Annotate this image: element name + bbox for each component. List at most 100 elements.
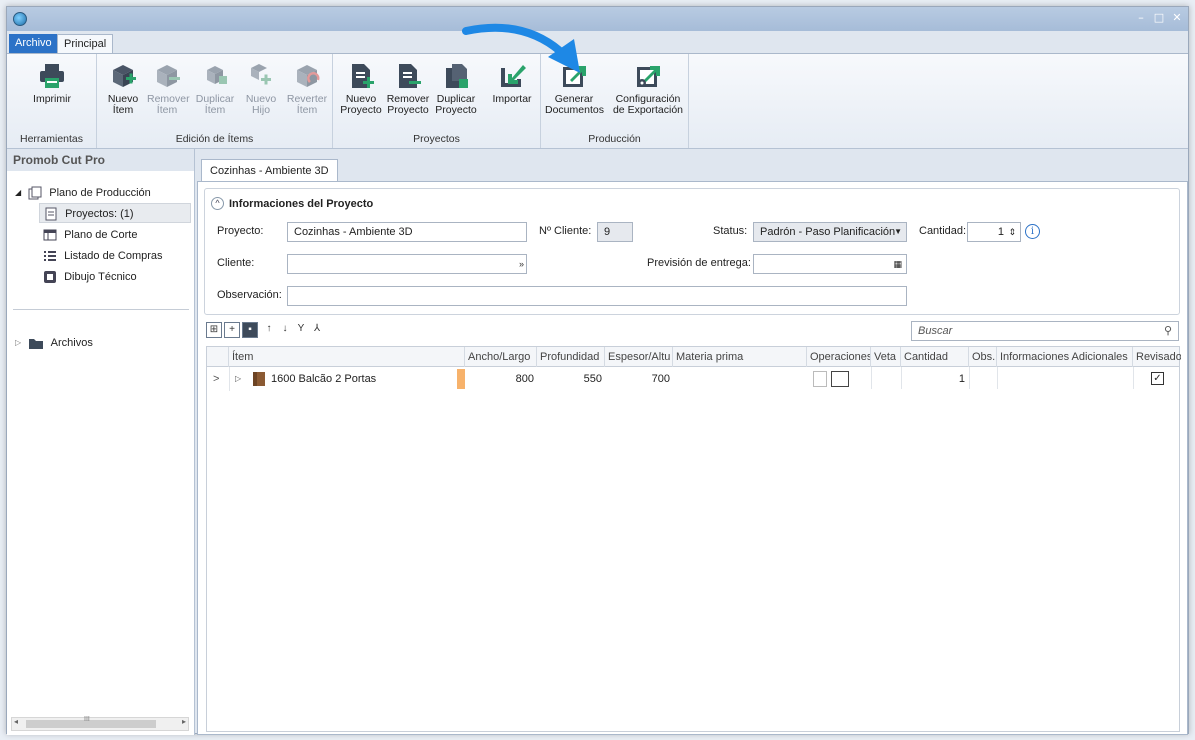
col-info-adicionales[interactable]: Informaciones Adicionales: [997, 347, 1133, 367]
tree-item-cut-plan[interactable]: Plano de Corte: [43, 225, 137, 245]
project-name-input[interactable]: Cozinhas - Ambiente 3D: [287, 222, 527, 242]
col-ancho[interactable]: Ancho/Largo: [465, 347, 537, 367]
scroll-thumb[interactable]: III: [26, 716, 156, 728]
delivery-date-input[interactable]: ▦: [753, 254, 907, 274]
document-tab[interactable]: Cozinhas - Ambiente 3D: [201, 159, 338, 181]
duplicate-box-icon: [207, 66, 227, 84]
row-indicator-icon: >: [213, 373, 220, 385]
minimize-icon[interactable]: –: [1133, 11, 1149, 25]
operations-icon[interactable]: [813, 371, 827, 387]
panel-horizontal-scrollbar[interactable]: ◂ III ▸: [11, 716, 189, 731]
project-label: Proyecto:: [217, 225, 264, 237]
folder-icon: [29, 339, 44, 350]
document-body: ^ Informaciones del Proyecto Proyecto: C…: [197, 181, 1188, 735]
revisado-checkbox[interactable]: ✓: [1151, 372, 1164, 385]
search-input[interactable]: Buscar ⚲: [911, 321, 1179, 341]
col-materia[interactable]: Materia prima: [673, 347, 807, 367]
new-child-button[interactable]: Nuevo Hijo: [241, 62, 281, 116]
group-view-icon[interactable]: ▪: [242, 322, 258, 338]
tree-label-cut-plan: Plano de Corte: [64, 229, 138, 241]
revert-item-button[interactable]: Reverter Ítem: [285, 62, 329, 116]
new-child-label-2: Hijo: [251, 104, 271, 116]
col-operaciones[interactable]: Operaciones: [807, 347, 871, 367]
col-item[interactable]: Ítem: [229, 347, 465, 367]
new-box-icon: [113, 65, 136, 87]
merge-icon[interactable]: Y: [293, 322, 309, 338]
status-select[interactable]: Padrón - Paso Planificación ▼: [753, 222, 907, 242]
col-espesor[interactable]: Espesor/Altu: [605, 347, 673, 367]
import-label: Importar: [492, 93, 532, 105]
tree-item-files[interactable]: ▷ Archivos: [15, 333, 93, 353]
export-config-button[interactable]: Configuración de Exportación: [611, 62, 685, 116]
quantity-label: Cantidad:: [919, 225, 967, 237]
grid-divider: [969, 367, 970, 389]
tree-item-projects[interactable]: Proyectos: (1): [39, 203, 191, 223]
tree-item-tech-drawing[interactable]: Dibujo Técnico: [43, 267, 137, 287]
project-info-panel: ^ Informaciones del Proyecto Proyecto: C…: [204, 188, 1180, 315]
ribbon-tabs: Archivo Principal: [7, 31, 1188, 53]
tree-label-projects: Proyectos: (1): [65, 208, 134, 220]
tree-item-purchase-list[interactable]: Listado de Compras: [43, 246, 163, 266]
quantity-stepper[interactable]: 1 ⇕: [967, 222, 1021, 242]
tree-label-purchase-list: Listado de Compras: [64, 250, 163, 262]
maximize-icon[interactable]: □: [1151, 11, 1167, 25]
group-label-tools: Herramientas: [19, 133, 84, 145]
move-up-icon[interactable]: ↑: [261, 322, 277, 338]
generate-docs-label-2: Documentos: [545, 104, 604, 116]
client-select[interactable]: »: [287, 254, 527, 274]
tree-item-production-plan[interactable]: ◢ Plano de Producción: [15, 183, 151, 203]
export-config-label-2: de Exportación: [612, 104, 684, 116]
status-label: Status:: [713, 225, 748, 237]
expand-all-icon[interactable]: ⊞: [206, 322, 222, 338]
move-down-icon[interactable]: ↓: [277, 322, 293, 338]
dropdown-arrow-icon: ▼: [894, 227, 902, 236]
cell-profundidad: 550: [583, 373, 602, 385]
split-icon[interactable]: ⅄: [309, 322, 325, 338]
new-item-button[interactable]: Nuevo Ítem: [103, 62, 143, 116]
print-button[interactable]: Imprimir: [29, 62, 75, 105]
table-row[interactable]: > ▷ 1600 Balcão 2 Portas 800 550 700 1 ✓: [207, 369, 1179, 389]
col-cantidad[interactable]: Cantidad: [901, 347, 969, 367]
remove-item-button[interactable]: Remover Ítem: [147, 62, 190, 116]
tab-principal[interactable]: Principal: [57, 34, 114, 53]
collapse-triangle-icon[interactable]: ◢: [15, 183, 21, 203]
col-obs[interactable]: Obs.: [969, 347, 997, 367]
highlight-arrow-icon: [462, 23, 580, 73]
row-expand-icon[interactable]: ▷: [235, 369, 241, 389]
info-icon[interactable]: i: [1025, 224, 1040, 239]
scroll-right-icon[interactable]: ▸: [182, 717, 186, 726]
printer-icon: [40, 64, 64, 88]
operations-box-icon[interactable]: [831, 371, 849, 387]
duplicate-item-button[interactable]: Duplicar Ítem: [193, 62, 237, 116]
remove-project-button[interactable]: Remover Proyecto: [385, 62, 431, 116]
col-veta[interactable]: Veta: [871, 347, 901, 367]
cell-item: 1600 Balcão 2 Portas: [271, 373, 377, 385]
ribbon-group-tools: Imprimir Herramientas: [7, 54, 97, 148]
expand-icon[interactable]: +: [224, 322, 240, 338]
items-grid: Ítem Ancho/Largo Profundidad Espesor/Alt…: [206, 346, 1181, 732]
revert-box-icon: [297, 65, 320, 87]
new-document-icon: [352, 64, 374, 88]
observation-label: Observación:: [217, 289, 282, 301]
navigation-panel: Promob Cut Pro ◢ Plano de Producción Pro…: [7, 149, 195, 735]
new-project-button[interactable]: Nuevo Proyecto: [339, 62, 383, 116]
col-profundidad[interactable]: Profundidad: [537, 347, 605, 367]
remove-document-icon: [399, 64, 421, 88]
close-icon[interactable]: ✕: [1169, 11, 1185, 25]
calendar-icon[interactable]: ▦: [893, 255, 902, 273]
stepper-arrows-icon[interactable]: ⇕: [1008, 223, 1016, 241]
tab-archivo[interactable]: Archivo: [9, 34, 58, 53]
double-chevron-down-icon[interactable]: »: [519, 255, 524, 273]
observation-input[interactable]: [287, 286, 907, 306]
expand-triangle-icon[interactable]: ▷: [15, 333, 21, 353]
collapse-info-button[interactable]: ^: [211, 197, 224, 210]
scroll-left-icon[interactable]: ◂: [14, 717, 18, 726]
cut-plan-icon: [43, 229, 57, 241]
search-icon[interactable]: ⚲: [1164, 322, 1172, 340]
technical-drawing-icon: [44, 271, 56, 284]
grid-divider: [1133, 367, 1134, 389]
group-label-items: Edición de Ítems: [175, 133, 254, 145]
client-number-input[interactable]: 9: [597, 222, 633, 242]
remove-item-label-2: Ítem: [156, 104, 178, 116]
col-revisado[interactable]: Revisado: [1133, 347, 1181, 367]
